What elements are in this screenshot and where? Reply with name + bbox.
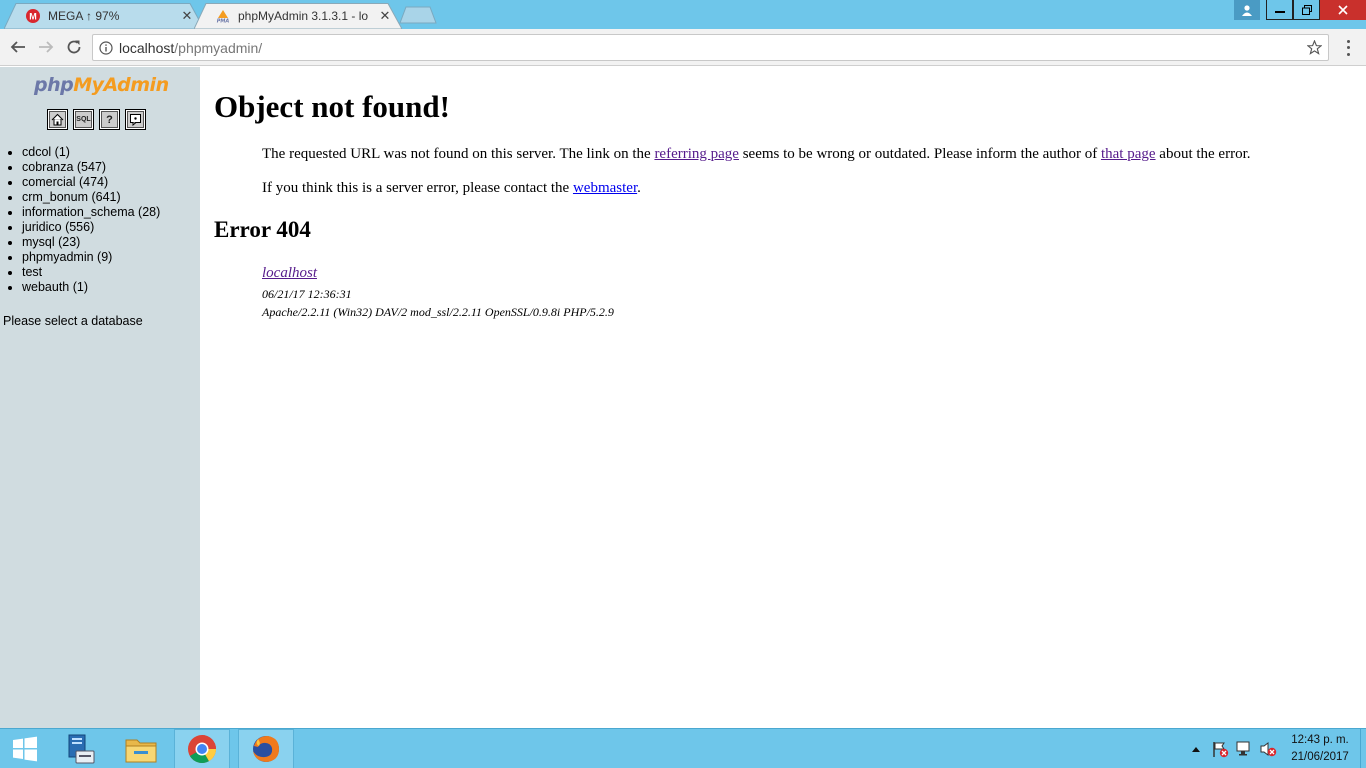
back-icon[interactable] [8,37,28,57]
error-title: Object not found! [214,89,450,124]
restore-button[interactable] [1293,0,1320,20]
forward-icon[interactable] [36,37,56,57]
error-text: . [637,180,641,196]
sql-icon[interactable]: SQL [73,109,94,130]
clock-time: 12:43 p. m. [1291,734,1349,746]
address-bar[interactable]: localhost/phpmyadmin/ [92,34,1329,61]
volume-muted-icon[interactable] [1256,729,1280,768]
pma-toolbar: SQL ? [47,109,146,130]
network-icon[interactable] [1232,729,1256,768]
clock-date: 21/06/2017 [1291,751,1349,763]
windows-taskbar: 12:43 p. m. 21/06/2017 [0,728,1366,768]
logo-admin: Admin [103,74,170,96]
bookmark-star-icon[interactable] [1300,40,1328,55]
tab-title: MEGA ↑ 97% [48,9,120,23]
user-profile-icon[interactable] [1234,0,1260,20]
database-item[interactable]: cdcol (1) [7,145,160,160]
page-info-icon[interactable] [93,40,119,55]
database-item[interactable]: cobranza (547) [7,160,160,175]
reload-icon[interactable] [64,37,84,57]
error-timestamp: 06/21/17 12:36:31 [262,287,352,301]
svg-text:M: M [29,12,37,22]
main-content-frame: Object not found! The requested URL was … [200,67,1366,728]
server-signature: localhost 06/21/17 12:36:31 Apache/2.2.1… [262,265,614,321]
file-explorer-icon[interactable] [113,729,169,768]
mega-icon: M [26,9,40,23]
localhost-link[interactable]: localhost [262,265,614,282]
error-text: seems to be wrong or outdated. Please in… [738,146,1101,162]
server-version: Apache/2.2.11 (Win32) DAV/2 mod_ssl/2.2.… [262,305,614,319]
database-item[interactable]: crm_bonum (641) [7,190,160,205]
action-center-flag-icon[interactable] [1208,729,1232,768]
database-item[interactable]: webauth (1) [7,280,160,295]
that-page-link[interactable]: that page [1101,146,1156,162]
sql-label: SQL [75,111,92,128]
select-database-message: Please select a database [3,314,143,328]
close-window-button[interactable] [1320,0,1366,20]
new-tab-button[interactable] [398,6,438,24]
docs-icon[interactable]: ? [99,109,120,130]
pma-navigation-frame: phpMyAdmin SQL ? cdcol (1) cobranza (547… [0,67,200,728]
tab-close-icon[interactable]: ✕ [180,9,194,23]
error-code-heading: Error 404 [214,217,311,242]
database-item[interactable]: juridico (556) [7,220,160,235]
browser-menu-icon[interactable] [1340,38,1356,58]
taskbar-clock[interactable]: 12:43 p. m. 21/06/2017 [1280,732,1360,766]
database-item[interactable]: mysql (23) [7,235,160,250]
database-item[interactable]: phpmyadmin (9) [7,250,160,265]
browser-toolbar: localhost/phpmyadmin/ [0,29,1366,66]
server-error-note: If you think this is a server error, ple… [262,180,641,197]
referring-page-link[interactable]: referring page [654,146,739,162]
tab-title: phpMyAdmin 3.1.3.1 - lo [238,9,369,23]
svg-text:PMA: PMA [217,19,230,24]
tab-mega[interactable]: M MEGA ↑ 97% ✕ [4,3,204,29]
windows-start-icon[interactable] [0,729,50,768]
error-text: The requested URL was not found on this … [262,146,655,162]
error-description: The requested URL was not found on this … [262,146,1251,163]
chrome-icon[interactable] [174,729,230,768]
tab-close-icon[interactable]: ✕ [378,9,392,23]
show-desktop-button[interactable] [1360,729,1366,768]
server-manager-icon[interactable] [53,729,109,768]
phpmyadmin-logo[interactable]: phpMyAdmin [34,74,169,96]
window-controls [1234,0,1366,20]
firefox-icon[interactable] [238,729,294,768]
error-text: If you think this is a server error, ple… [262,180,573,196]
database-item[interactable]: comercial (474) [7,175,160,190]
show-hidden-icons-chevron-icon[interactable] [1184,729,1208,768]
tab-phpmyadmin[interactable]: PMA phpMyAdmin 3.1.3.1 - lo ✕ [194,3,402,29]
webmaster-link[interactable]: webmaster [573,180,637,196]
url-host: localhost [119,39,175,56]
query-window-icon[interactable] [125,109,146,130]
pma-icon: PMA [216,9,230,23]
url-path: /phpmyadmin/ [174,39,263,56]
home-icon[interactable] [47,109,68,130]
database-item[interactable]: information_schema (28) [7,205,160,220]
system-tray: 12:43 p. m. 21/06/2017 [1184,729,1366,768]
url-text: localhost/phpmyadmin/ [119,40,1300,56]
logo-php: php [34,74,74,96]
logo-my: My [73,74,104,96]
minimize-button[interactable] [1266,0,1293,20]
database-list: cdcol (1) cobranza (547) comercial (474)… [7,145,160,295]
browser-tabstrip: M MEGA ↑ 97% ✕ PMA phpMyAdmin 3.1.3.1 - … [0,0,1366,29]
error-text: about the error. [1155,146,1251,162]
database-item[interactable]: test [7,265,160,280]
